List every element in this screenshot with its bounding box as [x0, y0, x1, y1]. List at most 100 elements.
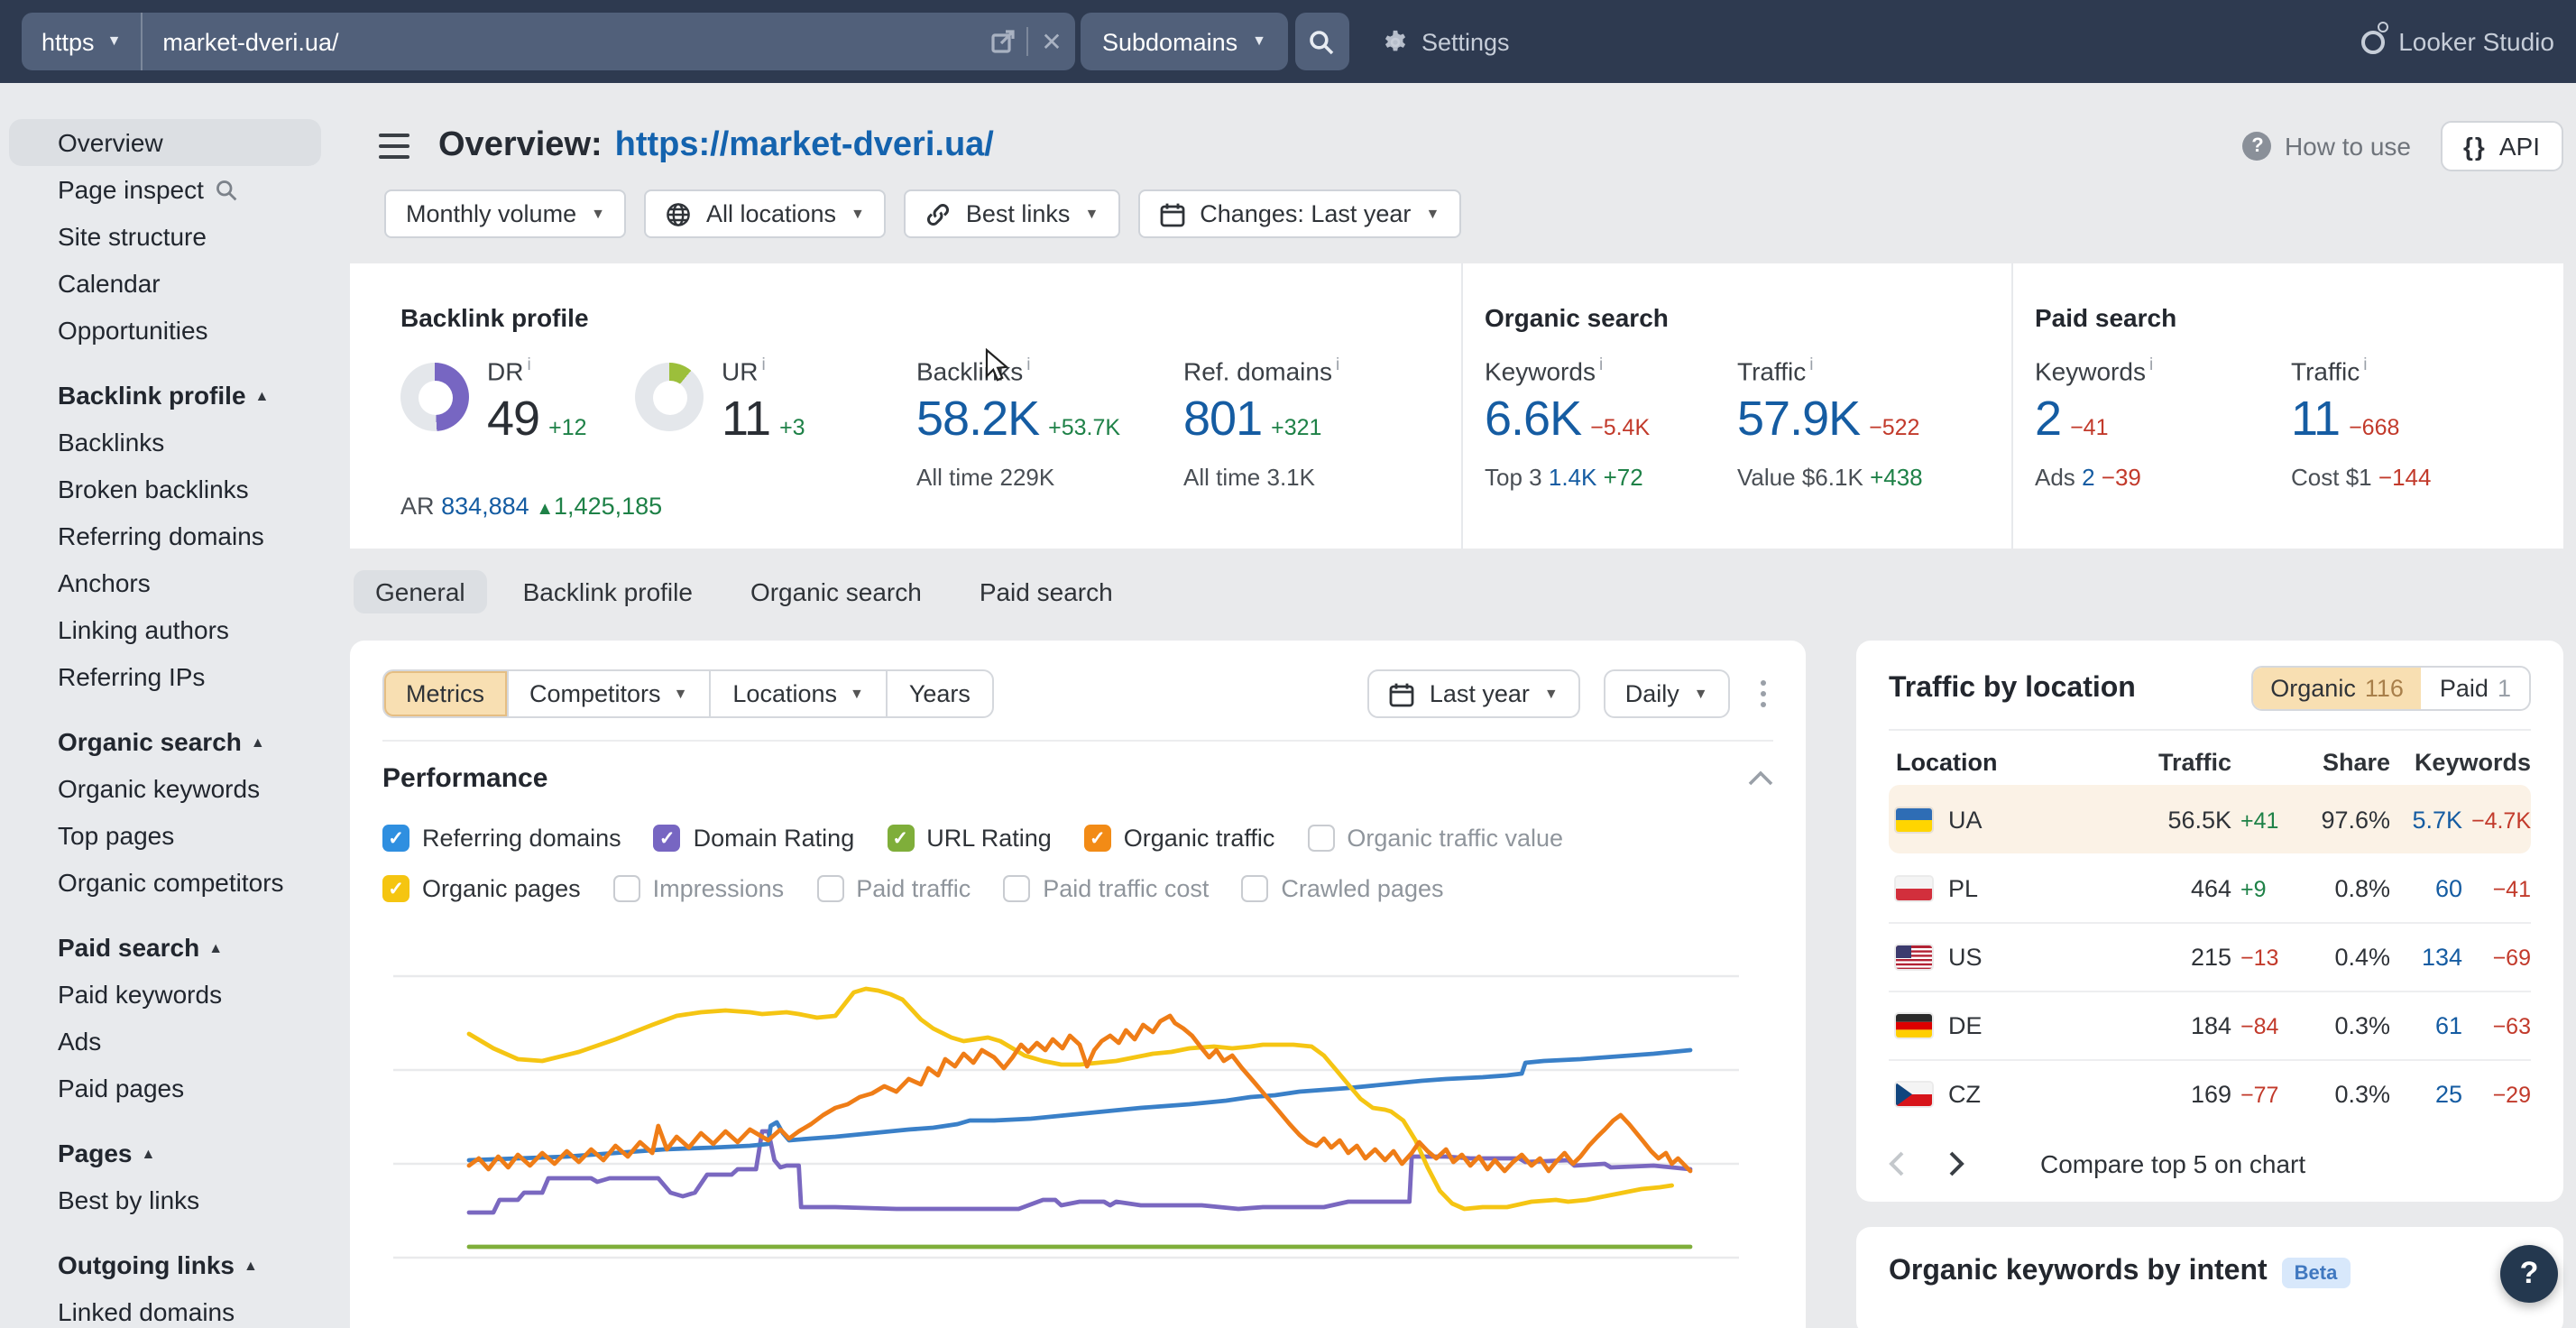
looker-studio-link[interactable]: Looker Studio — [2360, 27, 2554, 56]
location-row-us[interactable]: US215−130.4%134−69 — [1889, 922, 2531, 991]
tab-general[interactable]: General — [354, 570, 487, 613]
menu-icon[interactable] — [379, 134, 409, 158]
info-icon[interactable]: i — [1336, 355, 1339, 375]
sidebar-item-paid-keywords[interactable]: Paid keywords — [9, 971, 321, 1018]
toggle-organic[interactable]: Organic116 — [2252, 668, 2422, 709]
more-options-icon[interactable] — [1753, 677, 1773, 710]
checkbox-paid-traffic[interactable]: Paid traffic — [816, 875, 971, 902]
sidebar-item-site-structure[interactable]: Site structure — [9, 213, 321, 260]
info-icon[interactable]: i — [1809, 355, 1813, 375]
ref-domains-value[interactable]: 801 — [1183, 391, 1262, 445]
keywords-value[interactable]: 61 — [2390, 1012, 2462, 1039]
keywords-value[interactable]: 25 — [2390, 1081, 2462, 1108]
location-row-de[interactable]: DE184−840.3%61−63 — [1889, 991, 2531, 1059]
tab-paid-search[interactable]: Paid search — [958, 570, 1135, 613]
traffic-value[interactable]: 11 — [2291, 391, 2340, 445]
sidebar-item-opportunities[interactable]: Opportunities — [9, 307, 321, 354]
info-icon[interactable]: i — [1026, 355, 1030, 375]
filter-changes-last-year[interactable]: Changes: Last year▼ — [1138, 189, 1461, 238]
page-title-link[interactable]: https://market-dveri.ua/ — [615, 126, 994, 164]
info-icon[interactable]: i — [527, 355, 530, 375]
interval-button[interactable]: Daily ▼ — [1604, 669, 1730, 718]
collapse-section-icon[interactable] — [1748, 770, 1773, 787]
scope-dropdown[interactable]: Subdomains ▼ — [1081, 13, 1288, 70]
info-icon[interactable]: i — [761, 355, 765, 375]
sidebar-item-top-pages[interactable]: Top pages — [9, 812, 321, 859]
sidebar-item-linking-authors[interactable]: Linking authors — [9, 606, 321, 653]
checkbox-organic-pages[interactable]: ✓Organic pages — [382, 875, 581, 902]
sub-value[interactable]: 2 — [2082, 463, 2094, 490]
toggle-paid[interactable]: Paid1 — [2422, 668, 2529, 709]
keywords-label: Keywords — [2035, 356, 2146, 385]
sidebar-item-referring-ips[interactable]: Referring IPs — [9, 653, 321, 700]
sidebar-item-calendar[interactable]: Calendar — [9, 260, 321, 307]
checkbox-organic-traffic-value[interactable]: Organic traffic value — [1307, 825, 1563, 852]
url-input[interactable]: market-dveri.ua/ — [143, 28, 980, 55]
sidebar-item-anchors[interactable]: Anchors — [9, 559, 321, 606]
sidebar-section-backlink-profile[interactable]: Backlink profile▲ — [0, 354, 350, 419]
info-icon[interactable]: i — [2149, 355, 2153, 375]
clear-url-icon[interactable]: ✕ — [1028, 13, 1075, 70]
open-external-icon[interactable] — [980, 13, 1026, 70]
sidebar-label: Linked domains — [58, 1296, 235, 1328]
dr-metric: DRi 49+12 — [400, 355, 635, 490]
date-range-button[interactable]: Last year ▼ — [1368, 669, 1580, 718]
checkbox-organic-traffic[interactable]: ✓Organic traffic — [1084, 825, 1275, 852]
keywords-value[interactable]: 6.6K — [1485, 391, 1581, 445]
filter-best-links[interactable]: Best links▼ — [905, 189, 1120, 238]
sub-value[interactable]: 1.4K — [1549, 463, 1597, 490]
search-button[interactable] — [1295, 13, 1349, 70]
tab-organic-search[interactable]: Organic search — [729, 570, 943, 613]
filter-monthly-volume[interactable]: Monthly volume▼ — [384, 189, 627, 238]
sidebar-item-organic-competitors[interactable]: Organic competitors — [9, 859, 321, 906]
api-button[interactable]: {} API — [2440, 121, 2563, 171]
segment-competitors[interactable]: Competitors▼ — [506, 671, 709, 716]
info-icon[interactable]: i — [1599, 355, 1603, 375]
location-row-ua[interactable]: UA56.5K+4197.6%5.7K−4.7K — [1889, 785, 2531, 853]
sidebar-item-paid-pages[interactable]: Paid pages — [9, 1065, 321, 1111]
info-icon[interactable]: i — [2363, 355, 2367, 375]
segment-locations[interactable]: Locations▼ — [709, 671, 885, 716]
url-bar-group: https ▼ market-dveri.ua/ ✕ — [22, 13, 1075, 70]
tab-backlink-profile[interactable]: Backlink profile — [501, 570, 714, 613]
checkbox-url-rating[interactable]: ✓URL Rating — [887, 825, 1052, 852]
sidebar-item-best-by-links[interactable]: Best by links — [9, 1176, 321, 1223]
prev-page-icon[interactable] — [1889, 1151, 1905, 1176]
checkbox-crawled-pages[interactable]: Crawled pages — [1241, 875, 1443, 902]
sidebar-item-broken-backlinks[interactable]: Broken backlinks — [9, 466, 321, 512]
segment-years[interactable]: Years — [886, 671, 992, 716]
filter-all-locations[interactable]: All locations▼ — [645, 189, 887, 238]
compare-top5-link[interactable]: Compare top 5 on chart — [2040, 1149, 2305, 1178]
checkbox-referring-domains[interactable]: ✓Referring domains — [382, 825, 621, 852]
sidebar-item-ads[interactable]: Ads — [9, 1018, 321, 1065]
sidebar-item-overview[interactable]: Overview — [9, 119, 321, 166]
location-row-pl[interactable]: PL464+90.8%60−41 — [1889, 853, 2531, 922]
ar-value[interactable]: 834,884 — [441, 493, 529, 520]
next-page-icon[interactable] — [1948, 1151, 1964, 1176]
sidebar-section-pages[interactable]: Pages▲ — [0, 1111, 350, 1176]
keywords-value[interactable]: 60 — [2390, 875, 2462, 902]
performance-chart[interactable] — [382, 929, 1773, 1290]
segment-metrics[interactable]: Metrics — [384, 671, 506, 716]
sidebar-item-organic-keywords[interactable]: Organic keywords — [9, 765, 321, 812]
location-row-cz[interactable]: CZ169−770.3%25−29 — [1889, 1059, 2531, 1128]
sidebar-item-backlinks[interactable]: Backlinks — [9, 419, 321, 466]
help-button[interactable]: ? — [2500, 1245, 2558, 1303]
sidebar-section-outgoing-links[interactable]: Outgoing links▲ — [0, 1223, 350, 1288]
backlinks-value[interactable]: 58.2K — [916, 391, 1039, 445]
keywords-value[interactable]: 5.7K — [2390, 807, 2462, 834]
keywords-value[interactable]: 2 — [2035, 391, 2061, 445]
settings-button[interactable]: Settings — [1382, 28, 1510, 55]
how-to-use-link[interactable]: How to use — [2285, 132, 2411, 161]
sidebar-section-organic-search[interactable]: Organic search▲ — [0, 700, 350, 765]
sidebar-item-page-inspect[interactable]: Page inspect — [9, 166, 321, 213]
keywords-value[interactable]: 134 — [2390, 944, 2462, 971]
checkbox-domain-rating[interactable]: ✓Domain Rating — [654, 825, 855, 852]
sidebar-item-referring-domains[interactable]: Referring domains — [9, 512, 321, 559]
sidebar-item-linked-domains[interactable]: Linked domains — [9, 1288, 321, 1328]
traffic-value[interactable]: 57.9K — [1737, 391, 1860, 445]
sidebar-section-paid-search[interactable]: Paid search▲ — [0, 906, 350, 971]
checkbox-paid-traffic-cost[interactable]: Paid traffic cost — [1003, 875, 1209, 902]
checkbox-impressions[interactable]: Impressions — [613, 875, 785, 902]
protocol-dropdown[interactable]: https ▼ — [22, 13, 143, 70]
